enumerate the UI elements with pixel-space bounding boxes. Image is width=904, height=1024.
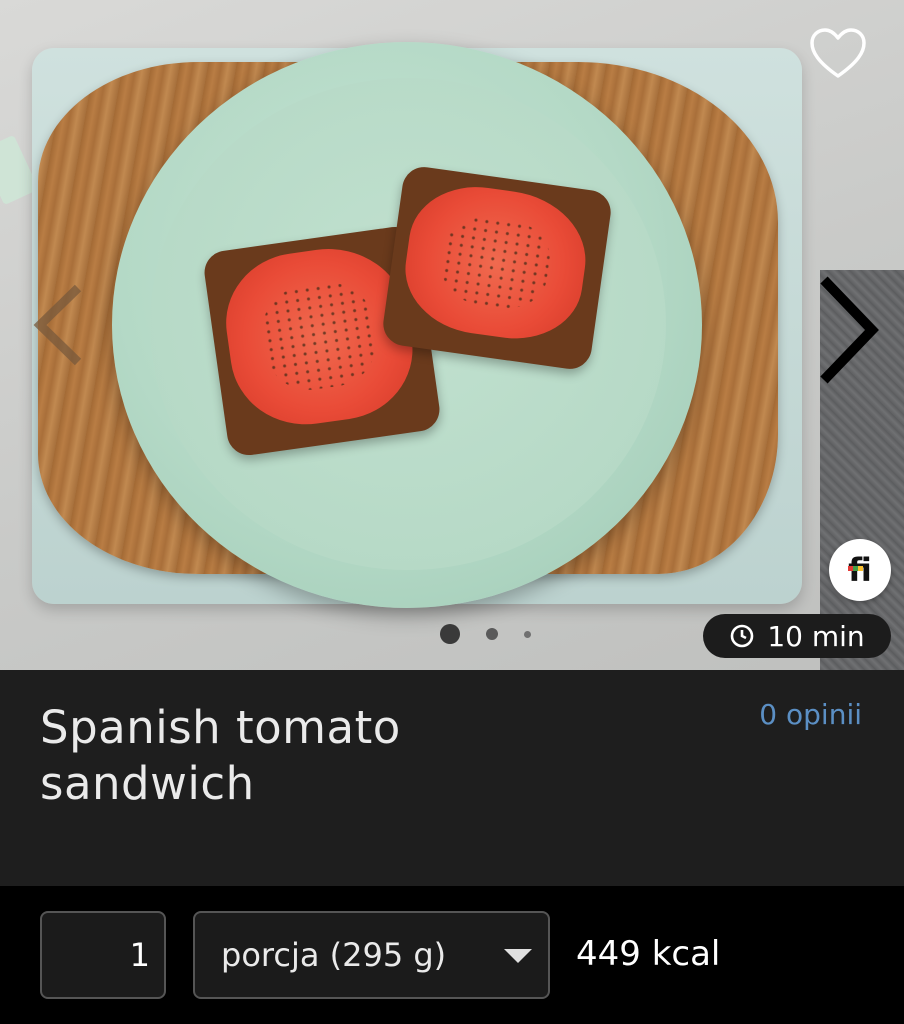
heart-outline-icon <box>810 28 866 78</box>
chevron-left-icon <box>33 284 82 366</box>
recipe-photo-carousel[interactable]: fi 10 min <box>0 0 904 670</box>
reviews-link[interactable]: 0 opinii <box>759 698 862 731</box>
recipe-title: Spanish tomato sandwich <box>40 701 401 810</box>
carousel-dot-active[interactable] <box>440 624 460 644</box>
portion-select[interactable]: porcja (295 g) <box>193 911 550 999</box>
carousel-indicator <box>440 624 531 644</box>
caret-down-icon <box>504 949 532 963</box>
recipe-info-panel: Spanish tomato sandwich 0 opinii <box>0 670 904 886</box>
calories-label: 449 kcal <box>576 934 721 974</box>
quantity-input[interactable] <box>40 911 166 999</box>
previous-image-button[interactable] <box>30 280 90 370</box>
next-image-button[interactable] <box>814 272 880 388</box>
clock-icon <box>731 624 754 648</box>
portion-select-label: porcja (295 g) <box>221 936 447 974</box>
fi-logo-icon: fi <box>848 551 872 589</box>
prep-time-badge: 10 min <box>703 614 891 658</box>
prep-time-label: 10 min <box>767 619 865 653</box>
fi-logo-badge[interactable]: fi <box>829 539 891 601</box>
carousel-dot[interactable] <box>524 630 531 638</box>
carousel-dot[interactable] <box>486 628 498 640</box>
serving-controls: porcja (295 g) 449 kcal <box>0 886 904 1024</box>
tomato-toast <box>380 164 614 372</box>
chevron-right-icon <box>820 276 879 384</box>
favorite-button[interactable] <box>808 26 868 82</box>
